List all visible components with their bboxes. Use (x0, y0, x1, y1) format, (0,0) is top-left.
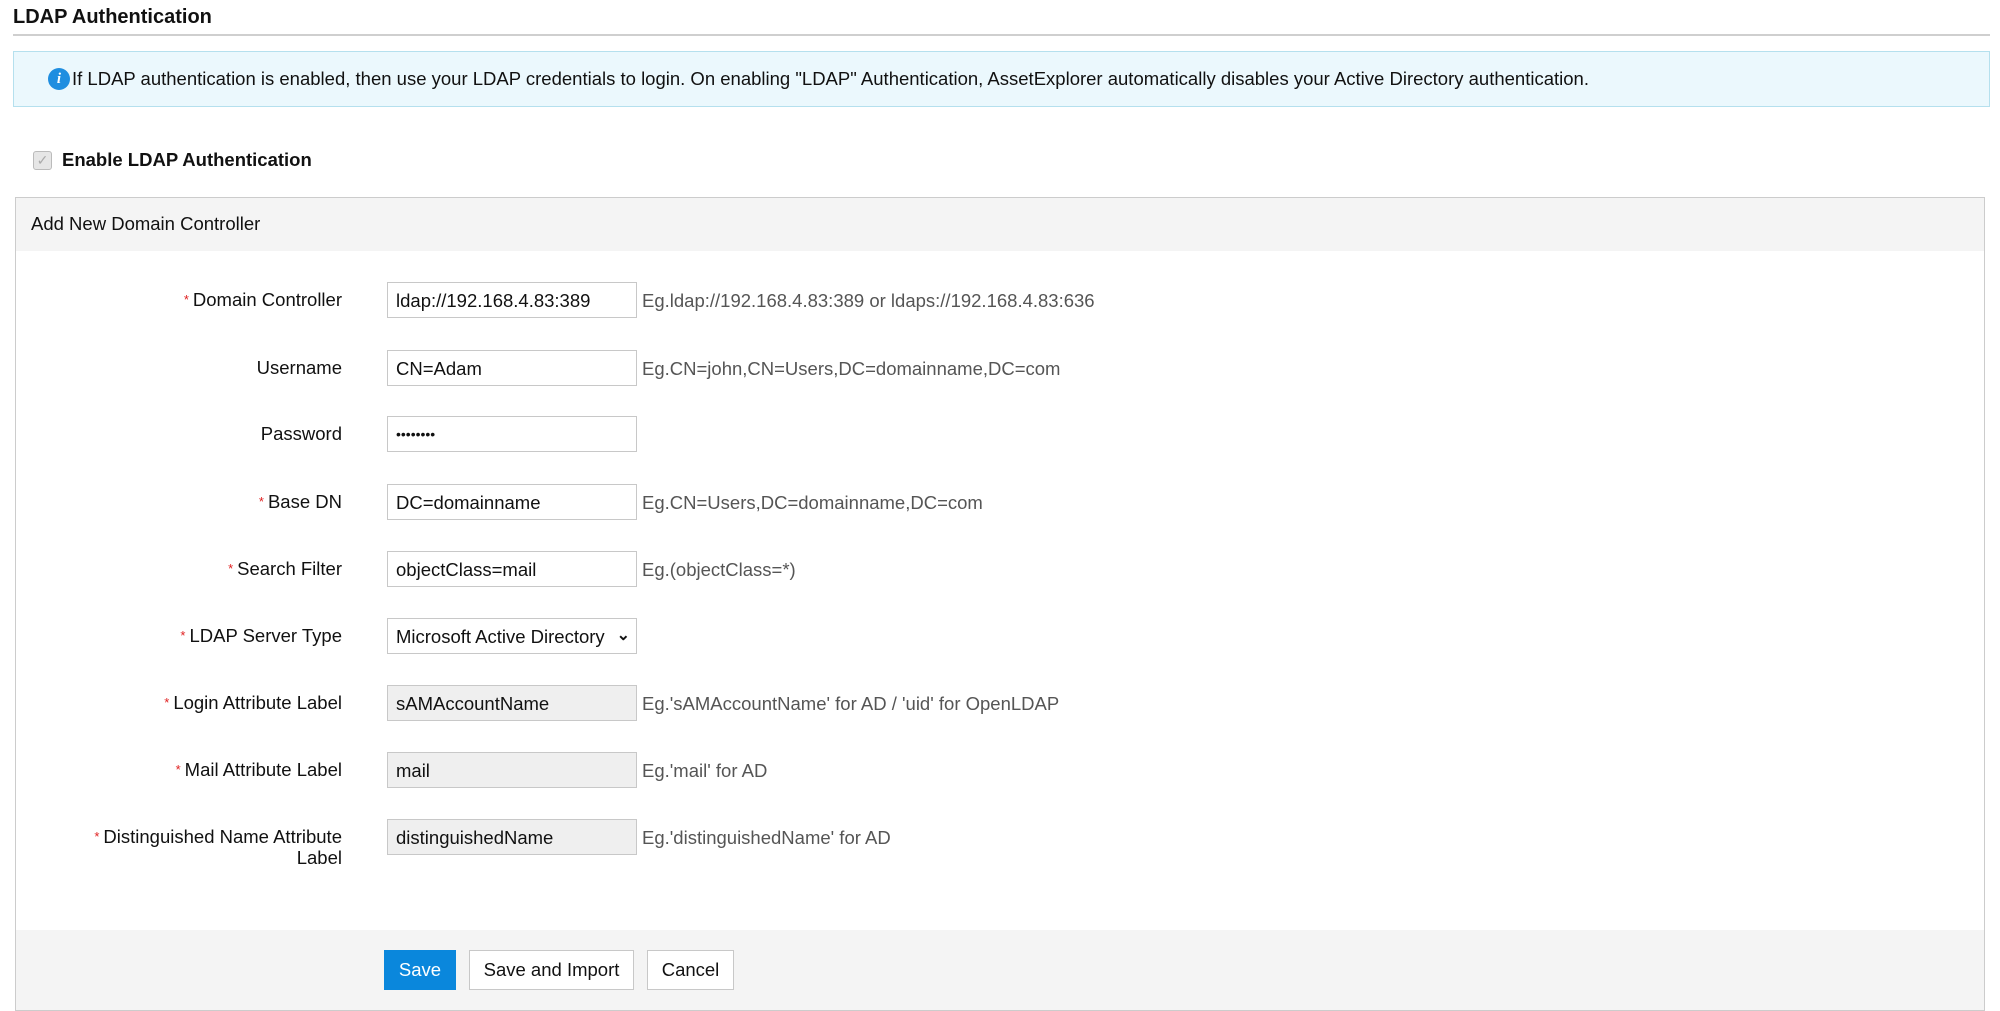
label-text: LDAP Server Type (189, 625, 342, 646)
required-mark: * (259, 494, 264, 509)
field-row-mail-attribute: * Mail Attribute Label mail Eg.'mail' for… (16, 752, 1984, 788)
login-attribute-input[interactable]: sAMAccountName (387, 685, 637, 721)
field-row-login-attribute: * Login Attribute Label sAMAccountName Eg… (16, 685, 1984, 721)
ldap-server-type-select[interactable]: Microsoft Active Directory ⌄ (387, 618, 637, 654)
label-text: Mail Attribute Label (185, 759, 342, 780)
label-text: Search Filter (237, 558, 342, 579)
enable-ldap-checkbox[interactable]: ✓ (33, 151, 52, 170)
required-mark: * (94, 829, 99, 844)
panel-title: Add New Domain Controller (31, 213, 260, 235)
field-label: * LDAP Server Type (180, 625, 342, 646)
field-hint: Eg.CN=Users,DC=domainname,DC=com (642, 492, 983, 514)
info-text: If LDAP authentication is enabled, then … (72, 68, 1589, 90)
required-mark: * (184, 292, 189, 307)
username-input[interactable]: CN=Adam (387, 350, 637, 386)
mail-attribute-input[interactable]: mail (387, 752, 637, 788)
field-label: * Search Filter (228, 558, 342, 579)
field-row-domain-controller: * Domain Controller ldap://192.168.4.83:3… (16, 282, 1984, 318)
info-banner: i If LDAP authentication is enabled, the… (13, 51, 1990, 107)
field-hint: Eg.CN=john,CN=Users,DC=domainname,DC=com (642, 358, 1060, 380)
label-text: Base DN (268, 491, 342, 512)
label-text: Login Attribute Label (173, 692, 342, 713)
required-mark: * (228, 561, 233, 576)
field-label: Password (261, 423, 342, 444)
form-footer: Save Save and Import Cancel (16, 930, 1984, 1010)
base-dn-input[interactable]: DC=domainname (387, 484, 637, 520)
field-row-distinguished-name: *Distinguished Name Attribute Label dist… (16, 819, 1984, 855)
field-label: Username (257, 357, 342, 378)
domain-controller-input[interactable]: ldap://192.168.4.83:389 (387, 282, 637, 318)
field-hint: Eg.ldap://192.168.4.83:389 or ldaps://19… (642, 290, 1095, 312)
field-hint: Eg.'distinguishedName' for AD (642, 827, 891, 849)
required-mark: * (180, 628, 185, 643)
field-hint: Eg.'mail' for AD (642, 760, 767, 782)
field-label: * Base DN (259, 491, 342, 512)
save-and-import-button[interactable]: Save and Import (469, 950, 634, 990)
search-filter-input[interactable]: objectClass=mail (387, 551, 637, 587)
password-input[interactable]: •••••••• (387, 416, 637, 452)
field-row-search-filter: * Search Filter objectClass=mail Eg.(obje… (16, 551, 1984, 587)
field-label: * Distinguished Name Attribute Label (72, 826, 342, 868)
panel-header: Add New Domain Controller (16, 198, 1984, 251)
required-mark: * (164, 695, 169, 710)
required-mark: * (176, 762, 181, 777)
cancel-button[interactable]: Cancel (647, 950, 734, 990)
label-text: Domain Controller (193, 289, 342, 310)
field-label: * Domain Controller (184, 289, 342, 310)
page-title: LDAP Authentication (13, 6, 212, 29)
field-label: * Login Attribute Label (164, 692, 342, 713)
distinguished-name-input[interactable]: distinguishedName (387, 819, 637, 855)
title-divider (13, 34, 1990, 36)
field-label: * Mail Attribute Label (176, 759, 342, 780)
chevron-down-icon: ⌄ (617, 625, 630, 645)
field-hint: Eg.'sAMAccountName' for AD / 'uid' for O… (642, 693, 1059, 715)
field-row-base-dn: * Base DN DC=domainname Eg.CN=Users,DC=do… (16, 484, 1984, 520)
field-hint: Eg.(objectClass=*) (642, 559, 796, 581)
field-row-username: Username CN=Adam Eg.CN=john,CN=Users,DC=… (16, 350, 1984, 386)
save-button[interactable]: Save (384, 950, 456, 990)
field-row-ldap-server-type: * LDAP Server Type Microsoft Active Direc… (16, 618, 1984, 654)
domain-controller-panel: Add New Domain Controller * Domain Contro… (15, 197, 1985, 1011)
selected-value: Microsoft Active Directory (396, 626, 605, 647)
info-icon: i (48, 68, 70, 90)
label-text: Distinguished Name Attribute Label (103, 826, 342, 868)
enable-ldap-label: Enable LDAP Authentication (62, 149, 312, 171)
field-row-password: Password •••••••• (16, 416, 1984, 452)
